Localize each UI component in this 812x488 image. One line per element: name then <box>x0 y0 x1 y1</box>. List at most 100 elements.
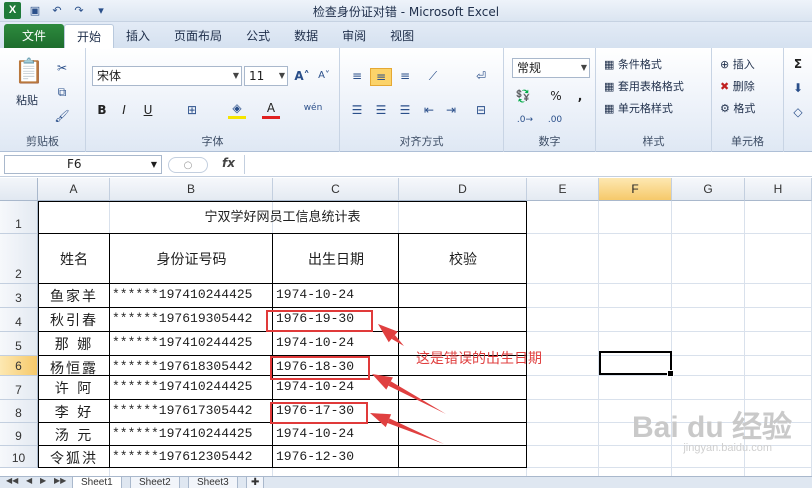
font-color-button[interactable]: A <box>262 100 280 119</box>
name-cell[interactable]: 许 阿 <box>38 378 110 398</box>
orientation-icon[interactable]: ⟋ <box>422 68 444 84</box>
birth-date-cell[interactable]: 1974-10-24 <box>276 335 398 350</box>
column-header-e[interactable]: E <box>527 178 599 201</box>
merge-center-icon[interactable]: ⊟ <box>472 102 490 118</box>
align-bottom-icon[interactable]: ≡ <box>396 68 414 84</box>
format-as-table-button[interactable]: ▦ 套用表格格式 <box>604 78 684 96</box>
autosum-button[interactable]: Σ <box>790 56 806 72</box>
cut-icon[interactable]: ✂ <box>54 60 70 76</box>
align-left-icon[interactable]: ☰ <box>348 102 366 118</box>
row-header-2[interactable]: 2 <box>0 234 38 284</box>
currency-icon[interactable]: 💱 <box>514 88 532 104</box>
active-cell-f6[interactable] <box>599 351 674 377</box>
tab-home[interactable]: 开始 <box>64 24 115 48</box>
tab-formulas[interactable]: 公式 <box>234 24 282 48</box>
name-cell[interactable]: 杨恒露 <box>38 358 110 378</box>
wrap-text-icon[interactable]: ⏎ <box>472 68 490 84</box>
align-middle-icon[interactable]: ≡ <box>370 68 392 86</box>
column-header-g[interactable]: G <box>672 178 745 201</box>
decrease-indent-icon[interactable]: ⇤ <box>420 102 438 118</box>
format-cells-button[interactable]: ⚙ 格式 <box>720 100 755 118</box>
bold-button[interactable]: B <box>94 102 110 118</box>
last-sheet-icon[interactable]: ▶▶ <box>54 476 66 485</box>
column-header-b[interactable]: B <box>110 178 273 201</box>
header-cell[interactable]: 校验 <box>399 249 527 269</box>
tab-page-layout[interactable]: 页面布局 <box>162 24 234 48</box>
column-header-a[interactable]: A <box>38 178 110 201</box>
name-box[interactable]: F6 ▼ <box>4 155 162 174</box>
id-number-cell[interactable]: ******197410244425 <box>112 335 272 350</box>
insert-cells-button[interactable]: ⊕ 插入 <box>720 56 755 74</box>
number-format-combo[interactable]: 常规 ▼ <box>512 58 590 78</box>
tab-view[interactable]: 视图 <box>378 24 426 48</box>
tab-file[interactable]: 文件 <box>4 24 65 48</box>
paste-icon[interactable]: 📋 <box>14 56 44 86</box>
header-cell[interactable]: 出生日期 <box>273 249 399 269</box>
row-header-4[interactable]: 4 <box>0 308 38 332</box>
row-header-7[interactable]: 7 <box>0 376 38 400</box>
name-cell[interactable]: 令狐洪 <box>38 448 110 468</box>
insert-function-button[interactable]: fx <box>222 156 235 170</box>
percent-button[interactable]: % <box>548 88 564 104</box>
id-number-cell[interactable]: ******197410244425 <box>112 287 272 302</box>
decrease-decimal-icon[interactable]: .00 <box>544 112 566 128</box>
phonetic-button[interactable]: wén <box>302 100 324 116</box>
birth-date-cell[interactable]: 1974-10-24 <box>276 287 398 302</box>
sheet-tab-2[interactable]: Sheet2 <box>130 477 180 488</box>
select-all-corner[interactable] <box>0 178 38 201</box>
comma-button[interactable]: , <box>572 88 588 104</box>
table-title[interactable]: 宁双学好网员工信息统计表 <box>38 206 527 225</box>
conditional-format-button[interactable]: ▦ 条件格式 <box>604 56 662 74</box>
copy-icon[interactable]: ⧉ <box>54 84 70 100</box>
row-header-9[interactable]: 9 <box>0 423 38 446</box>
align-center-icon[interactable]: ☰ <box>372 102 390 118</box>
increase-decimal-icon[interactable]: .0→ <box>514 112 536 128</box>
header-cell[interactable]: 身份证号码 <box>110 249 273 269</box>
paste-button[interactable]: 粘贴 <box>16 92 38 110</box>
tab-insert[interactable]: 插入 <box>114 24 162 48</box>
id-number-cell[interactable]: ******197410244425 <box>112 379 272 394</box>
id-number-cell[interactable]: ******197410244425 <box>112 426 272 441</box>
row-header-8[interactable]: 8 <box>0 400 38 423</box>
column-header-h[interactable]: H <box>745 178 812 201</box>
row-header-10[interactable]: 10 <box>0 446 38 468</box>
id-number-cell[interactable]: ******197617305442 <box>112 403 272 418</box>
row-header-6[interactable]: 6 <box>0 356 38 376</box>
fill-icon[interactable]: ⬇ <box>790 80 806 96</box>
delete-cells-button[interactable]: ✖ 删除 <box>720 78 755 96</box>
tab-review[interactable]: 审阅 <box>330 24 378 48</box>
name-cell[interactable]: 鱼家羊 <box>38 286 110 306</box>
id-number-cell[interactable]: ******197612305442 <box>112 449 272 464</box>
cell-styles-button[interactable]: ▦ 单元格样式 <box>604 100 673 118</box>
font-name-combo[interactable]: 宋体 ▼ <box>92 66 242 86</box>
align-top-icon[interactable]: ≡ <box>348 68 366 84</box>
row-header-5[interactable]: 5 <box>0 332 38 356</box>
sheet-tab-3[interactable]: Sheet3 <box>188 477 238 488</box>
sheet-tab-1[interactable]: Sheet1 <box>72 477 122 488</box>
id-number-cell[interactable]: ******197618305442 <box>112 359 272 374</box>
grow-font-icon[interactable]: A˄ <box>294 68 310 84</box>
fill-color-icon[interactable]: ◈ <box>228 100 246 119</box>
first-sheet-icon[interactable]: ◀◀ <box>6 476 18 485</box>
name-cell[interactable]: 那 娜 <box>38 334 110 354</box>
column-header-d[interactable]: D <box>399 178 527 201</box>
birth-date-cell[interactable]: 1976-12-30 <box>276 449 398 464</box>
tab-data[interactable]: 数据 <box>282 24 330 48</box>
italic-button[interactable]: I <box>116 102 132 118</box>
font-size-combo[interactable]: 11 ▼ <box>244 66 288 86</box>
format-painter-icon[interactable]: 🖌 <box>54 108 70 124</box>
new-sheet-icon[interactable]: ✚ <box>246 477 265 488</box>
formula-input[interactable] <box>244 155 810 174</box>
increase-indent-icon[interactable]: ⇥ <box>442 102 460 118</box>
align-right-icon[interactable]: ☰ <box>396 102 414 118</box>
formula-bar-expand-handle[interactable]: ○ <box>168 157 208 173</box>
header-cell[interactable]: 姓名 <box>38 249 110 269</box>
id-number-cell[interactable]: ******197619305442 <box>112 311 272 326</box>
next-sheet-icon[interactable]: ▶ <box>40 476 46 485</box>
clear-icon[interactable]: ◇ <box>790 104 806 120</box>
borders-icon[interactable]: ⊞ <box>184 102 200 118</box>
column-header-f[interactable]: F <box>599 178 672 201</box>
name-cell[interactable]: 汤 元 <box>38 425 110 445</box>
row-header-1[interactable]: 1 <box>0 201 38 234</box>
birth-date-cell[interactable]: 1974-10-24 <box>276 379 398 394</box>
